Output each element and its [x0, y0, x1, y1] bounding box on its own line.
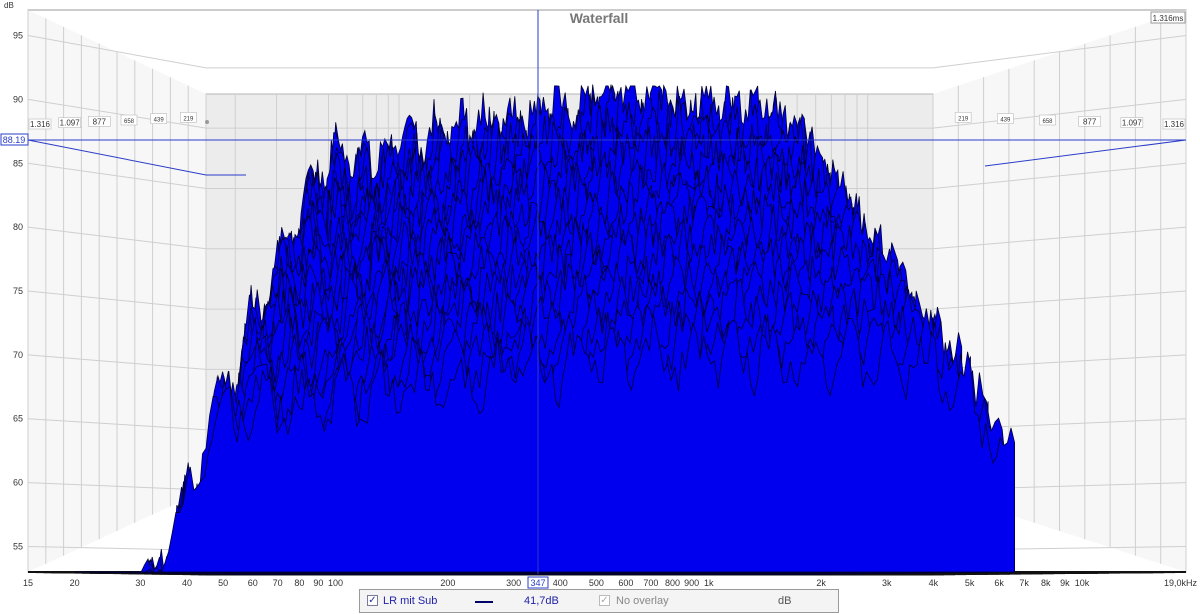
time-tick-label: 877: [93, 117, 107, 126]
x-tick-label: 60: [248, 578, 258, 588]
x-tick-label: 500: [589, 578, 604, 588]
x-tick-label: 2k: [816, 578, 826, 588]
x-tick-label: 700: [643, 578, 658, 588]
y-tick-label: 60: [13, 478, 23, 488]
time-tick-label: 1.316: [1164, 120, 1185, 129]
x-tick-label: 4k: [929, 578, 939, 588]
cursor-freq-box: 347: [527, 576, 549, 589]
chart-title: Waterfall: [570, 10, 629, 26]
time-tick-label: 877: [1083, 117, 1097, 126]
trace-color-swatch: [475, 601, 493, 603]
x-tick-label: 19,0kHz: [1164, 578, 1198, 588]
x-tick-label: 5k: [965, 578, 975, 588]
x-tick-label: 6k: [994, 578, 1004, 588]
x-tick-label: 900: [684, 578, 699, 588]
x-tick-label: 800: [665, 578, 680, 588]
legend-bar: ✓ LR mit Sub 41,7dB ✓ No overlay dB: [359, 589, 839, 613]
x-tick-label: 90: [313, 578, 323, 588]
time-axis-origin-marker: [205, 120, 209, 124]
y-axis-unit-label: dB: [4, 1, 14, 10]
time-tick-label: 1.097: [60, 119, 81, 128]
y-tick-label: 80: [13, 222, 23, 232]
x-tick-label: 100: [328, 578, 343, 588]
unit-label: dB: [778, 595, 792, 607]
x-tick-label: 20: [70, 578, 80, 588]
x-tick-label: 15: [23, 578, 33, 588]
x-tick-label: 80: [294, 578, 304, 588]
time-tick-label: 658: [124, 119, 135, 125]
trace-name[interactable]: LR mit Sub: [383, 595, 437, 607]
y-tick-label: 55: [13, 541, 23, 551]
overlay-label[interactable]: No overlay: [616, 595, 669, 607]
x-axis-ticks: 15 20 30 40 50 60 70 80 90 100 200 300 400 500 600 700 8…: [23, 578, 1197, 588]
y-tick-label: 70: [13, 350, 23, 360]
y-tick-label: 75: [13, 286, 23, 296]
time-tick-label: 439: [154, 118, 165, 124]
x-tick-label: 70: [273, 578, 283, 588]
x-tick-label: 400: [553, 578, 568, 588]
svg-text:88.19: 88.19: [3, 135, 26, 145]
time-tick-label: 219: [183, 116, 194, 122]
svg-text:347: 347: [530, 578, 545, 588]
overlay-checkbox[interactable]: ✓: [599, 595, 610, 606]
y-tick-label: 90: [13, 94, 23, 104]
time-tick-label: 439: [1000, 118, 1011, 124]
y-tick-label: 85: [13, 158, 23, 168]
x-tick-label: 3k: [882, 578, 892, 588]
svg-text:1.316ms: 1.316ms: [1153, 14, 1184, 23]
y-tick-label: 65: [13, 414, 23, 424]
trace-value: 41,7dB: [524, 595, 559, 607]
x-tick-label: 30: [135, 578, 145, 588]
x-tick-label: 8k: [1041, 578, 1051, 588]
cursor-time-box: 1.316ms: [1150, 11, 1186, 24]
trace-visible-checkbox[interactable]: ✓: [367, 595, 378, 606]
time-tick-label: 219: [958, 116, 969, 122]
x-tick-label: 9k: [1060, 578, 1070, 588]
waterfall-chart[interactable]: 55 60 65 70 75 80 85 90 95 15 20 30 40 50 60 70 80 90 100…: [0, 0, 1200, 615]
time-tick-label: 1.097: [1122, 119, 1143, 128]
x-tick-label: 1k: [704, 578, 714, 588]
time-tick-label: 1.316: [30, 120, 51, 129]
x-tick-label: 200: [440, 578, 455, 588]
x-tick-label: 50: [218, 578, 228, 588]
x-tick-label: 10k: [1075, 578, 1090, 588]
x-tick-label: 7k: [1019, 578, 1029, 588]
cursor-level-box: 88.19: [0, 133, 29, 146]
time-tick-label: 658: [1042, 119, 1053, 125]
x-tick-label: 40: [182, 578, 192, 588]
y-axis-ticks: 55 60 65 70 75 80 85 90 95: [13, 31, 23, 552]
y-tick-label: 95: [13, 31, 23, 41]
x-tick-label: 600: [618, 578, 633, 588]
x-tick-label: 300: [506, 578, 521, 588]
